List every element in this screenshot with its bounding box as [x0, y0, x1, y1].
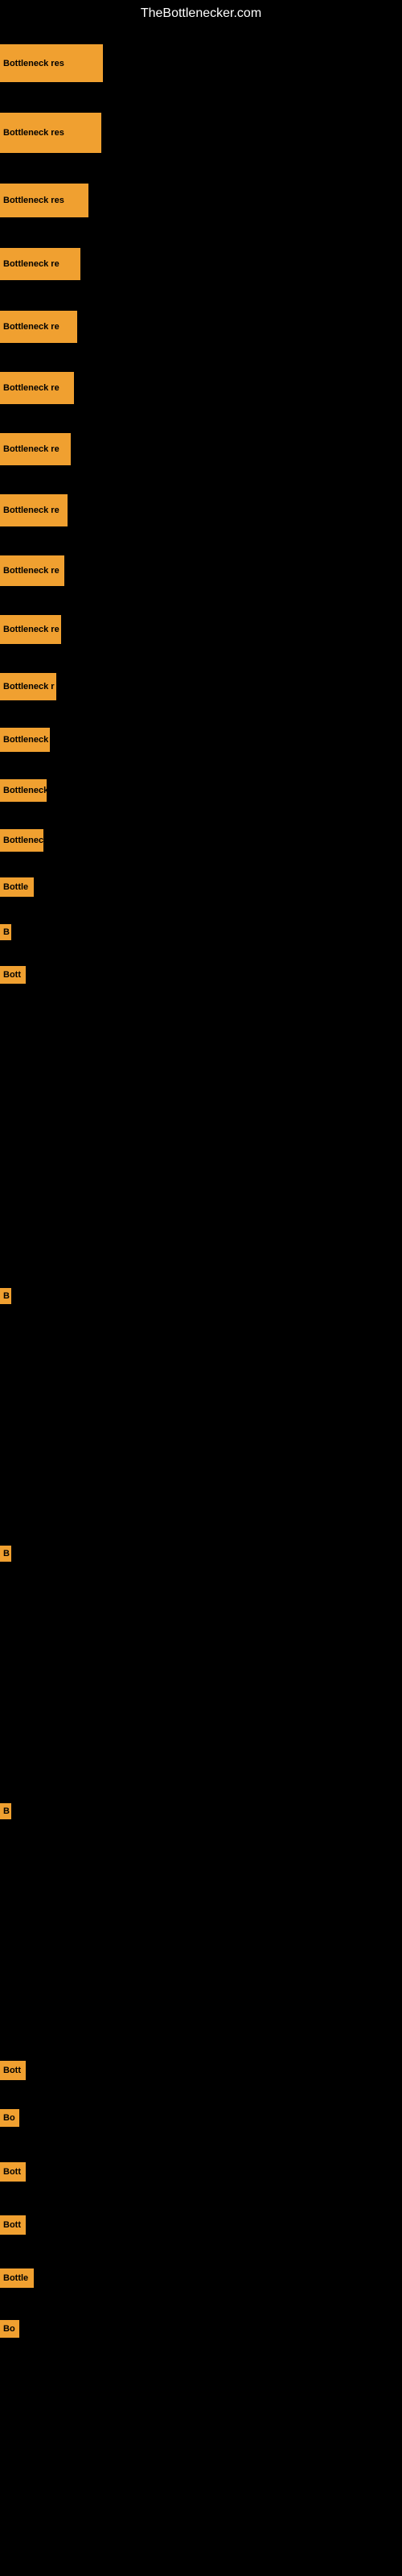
bar-item: Bottleneck res — [0, 184, 88, 217]
bar-item: B — [0, 1803, 11, 1819]
site-title: TheBottlenecker.com — [0, 0, 402, 27]
bar-item: Bottleneck re — [0, 372, 74, 404]
bar-item: Bottleneck re — [0, 433, 71, 465]
bar-item: B — [0, 924, 11, 940]
bar-item: Bo — [0, 2109, 19, 2127]
bar-item: Bottleneck res — [0, 113, 101, 153]
bar-item: Bottleneck re — [0, 494, 68, 526]
bar-item: Bottle — [0, 877, 34, 897]
bar-item: Bottleneck res — [0, 44, 103, 82]
bar-item: Bottleneck re — [0, 615, 61, 644]
bar-item: Bottleneck re — [0, 555, 64, 586]
bar-item: Bottleneck — [0, 728, 50, 752]
bar-item: B — [0, 1546, 11, 1562]
bar-item: Bott — [0, 2061, 26, 2080]
bar-item: Bottleneck — [0, 829, 43, 852]
bar-item: B — [0, 1288, 11, 1304]
bar-item: Bottleneck re — [0, 311, 77, 343]
bar-item: Bo — [0, 2320, 19, 2338]
bar-item: Bott — [0, 2162, 26, 2182]
bar-item: Bott — [0, 966, 26, 984]
bar-item: Bottleneck r — [0, 673, 56, 700]
bar-item: Bottleneck re — [0, 248, 80, 280]
bar-item: Bott — [0, 2215, 26, 2235]
bar-item: Bottleneck — [0, 779, 47, 802]
bar-item: Bottle — [0, 2268, 34, 2288]
